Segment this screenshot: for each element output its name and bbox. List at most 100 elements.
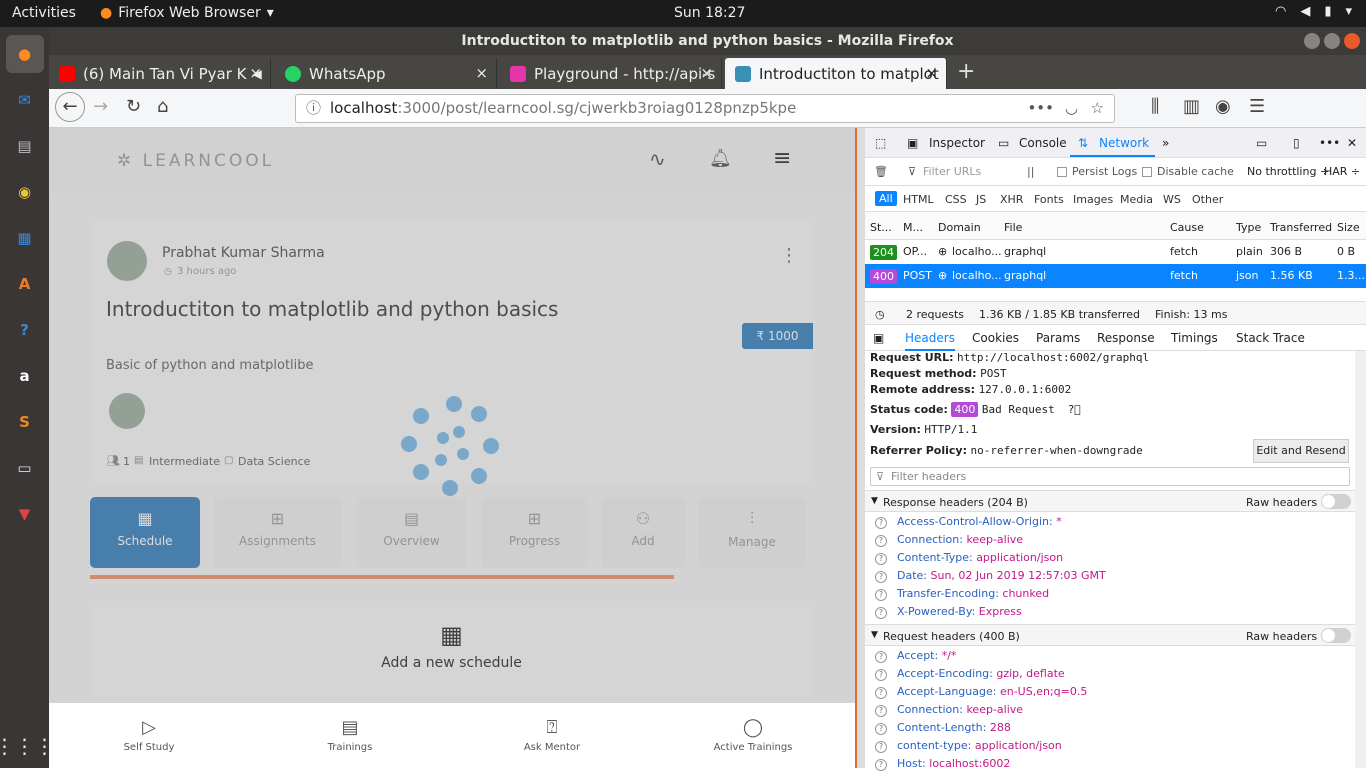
disable-cache-label[interactable]: Disable cache: [1157, 165, 1234, 178]
picker-icon[interactable]: ⬚: [875, 136, 886, 150]
filter-images[interactable]: Images: [1073, 193, 1113, 206]
info-icon[interactable]: ⓘ: [306, 95, 321, 122]
help-icon[interactable]: ?: [875, 535, 887, 547]
col-domain[interactable]: Domain: [938, 221, 981, 234]
col-method[interactable]: M...: [903, 221, 923, 234]
filter-js[interactable]: JS: [976, 193, 986, 206]
show-apps-icon[interactable]: ⋮⋮⋮: [0, 734, 55, 758]
help-icon[interactable]: ?: [875, 741, 887, 753]
filter-xhr[interactable]: XHR: [1000, 193, 1023, 206]
sidebar-icon[interactable]: ▥: [1183, 96, 1200, 117]
response-headers-section[interactable]: ▼ Response headers (204 B) Raw headers: [865, 490, 1355, 512]
filter-html[interactable]: HTML: [903, 193, 934, 206]
har-menu[interactable]: HAR ÷: [1324, 165, 1360, 178]
dock-icon[interactable]: ▯: [1293, 136, 1300, 150]
nav-trainings[interactable]: ▤ Trainings: [300, 717, 400, 753]
edit-resend-button[interactable]: Edit and Resend: [1253, 439, 1349, 463]
files-icon[interactable]: ▤: [6, 127, 44, 165]
nav-ask-mentor[interactable]: ⍰ Ask Mentor: [502, 717, 602, 753]
thunderbird-icon[interactable]: ✉: [6, 81, 44, 119]
tab-timings[interactable]: Timings: [1171, 331, 1218, 345]
bookmark-star-icon[interactable]: ☆: [1091, 95, 1104, 122]
sublime-icon[interactable]: S: [6, 403, 44, 441]
nav-active-trainings[interactable]: ◯ Active Trainings: [703, 717, 803, 753]
tab-inspector[interactable]: Inspector: [929, 136, 985, 150]
help-icon[interactable]: ?: [875, 517, 887, 529]
help-icon[interactable]: ?: [875, 759, 887, 771]
split-console-icon[interactable]: ▭: [1256, 136, 1267, 150]
filter-media[interactable]: Media: [1120, 193, 1153, 206]
filter-all[interactable]: All: [875, 191, 897, 206]
help-icon[interactable]: ?: [875, 651, 887, 663]
help-icon[interactable]: ?⃝: [1068, 403, 1080, 416]
rhythmbox-icon[interactable]: ◉: [6, 173, 44, 211]
col-status[interactable]: St...: [870, 221, 892, 234]
tab-cookies[interactable]: Cookies: [972, 331, 1019, 345]
activities-button[interactable]: Activities: [12, 5, 76, 21]
help-icon[interactable]: ?: [6, 311, 44, 349]
tab-response[interactable]: Response: [1097, 331, 1155, 345]
tab-whatsapp[interactable]: WhatsApp ×: [275, 58, 497, 89]
tab-stack-trace[interactable]: Stack Trace: [1236, 331, 1305, 345]
installer-icon[interactable]: ▼: [6, 495, 44, 533]
close-devtools-icon[interactable]: ✕: [1347, 136, 1357, 150]
request-headers-section[interactable]: ▼ Request headers (400 B) Raw headers: [865, 624, 1355, 646]
new-tab-button[interactable]: +: [957, 59, 975, 84]
app-menu[interactable]: ● Firefox Web Browser ▾: [100, 5, 274, 21]
filter-fonts[interactable]: Fonts: [1034, 193, 1064, 206]
library-icon[interactable]: ⫼: [1151, 96, 1159, 117]
amazon-icon[interactable]: a: [6, 357, 44, 395]
tab-console[interactable]: Console: [1019, 136, 1067, 150]
help-icon[interactable]: ?: [875, 687, 887, 699]
persist-logs-checkbox[interactable]: [1057, 167, 1067, 177]
home-button[interactable]: ⌂: [157, 96, 168, 117]
back-button[interactable]: ←: [55, 92, 85, 122]
request-row[interactable]: 400 POST ⊕ localho... graphql fetch json…: [865, 264, 1366, 288]
close-tab-icon[interactable]: ×: [925, 64, 938, 82]
help-icon[interactable]: ?: [875, 553, 887, 565]
tab-learncool[interactable]: Introductiton to matplot ×: [725, 58, 947, 89]
col-cause[interactable]: Cause: [1170, 221, 1204, 234]
help-icon[interactable]: ?: [875, 705, 887, 717]
disable-cache-checkbox[interactable]: [1142, 167, 1152, 177]
tab-playground[interactable]: Playground - http://api-s ×: [500, 58, 722, 89]
panel-toggle-icon[interactable]: ▣: [873, 331, 884, 345]
close-window-button[interactable]: [1344, 33, 1360, 49]
request-row[interactable]: 204 OP... ⊕ localho... graphql fetch pla…: [865, 240, 1366, 264]
col-transferred[interactable]: Transferred: [1270, 221, 1332, 234]
raw-headers-toggle[interactable]: [1321, 494, 1351, 509]
close-tab-icon[interactable]: ×: [249, 64, 262, 82]
close-tab-icon[interactable]: ×: [475, 64, 488, 82]
tab-headers[interactable]: Headers: [905, 331, 955, 351]
menu-icon[interactable]: ☰: [1249, 96, 1265, 117]
page-actions-icon[interactable]: •••: [1027, 95, 1054, 122]
help-icon[interactable]: ?: [875, 571, 887, 583]
tab-params[interactable]: Params: [1036, 331, 1080, 345]
maximize-button[interactable]: [1324, 33, 1340, 49]
more-tools-icon[interactable]: »: [1162, 136, 1169, 150]
persist-logs-label[interactable]: Persist Logs: [1072, 165, 1137, 178]
nav-self-study[interactable]: ▷ Self Study: [99, 717, 199, 753]
pause-icon[interactable]: ||: [1027, 165, 1034, 178]
filter-urls-input[interactable]: Filter URLs: [923, 165, 981, 178]
throttling-select[interactable]: No throttling ÷: [1247, 165, 1329, 178]
close-tab-icon[interactable]: ×: [700, 64, 713, 82]
writer-icon[interactable]: ▦: [6, 219, 44, 257]
account-icon[interactable]: ◉: [1215, 96, 1231, 117]
help-icon[interactable]: ?: [875, 669, 887, 681]
filter-headers-input[interactable]: ⊽ Filter headers: [870, 467, 1350, 486]
forward-button[interactable]: →: [93, 96, 108, 117]
help-icon[interactable]: ?: [875, 723, 887, 735]
raw-headers-toggle[interactable]: [1321, 628, 1351, 643]
reload-button[interactable]: ↻: [126, 96, 141, 117]
terminal-icon[interactable]: ▭: [6, 449, 44, 487]
clock[interactable]: Sun 18:27: [674, 5, 745, 21]
pocket-icon[interactable]: ◡: [1065, 95, 1078, 122]
filter-css[interactable]: CSS: [945, 193, 967, 206]
tab-youtube[interactable]: (6) Main Tan Vi Pyar K ◀ ×: [49, 58, 271, 89]
help-icon[interactable]: ?: [875, 607, 887, 619]
trash-icon[interactable]: 🗑︎: [874, 165, 888, 178]
col-size[interactable]: Size: [1337, 221, 1360, 234]
devtools-splitter[interactable]: [855, 128, 865, 768]
filter-other[interactable]: Other: [1192, 193, 1223, 206]
